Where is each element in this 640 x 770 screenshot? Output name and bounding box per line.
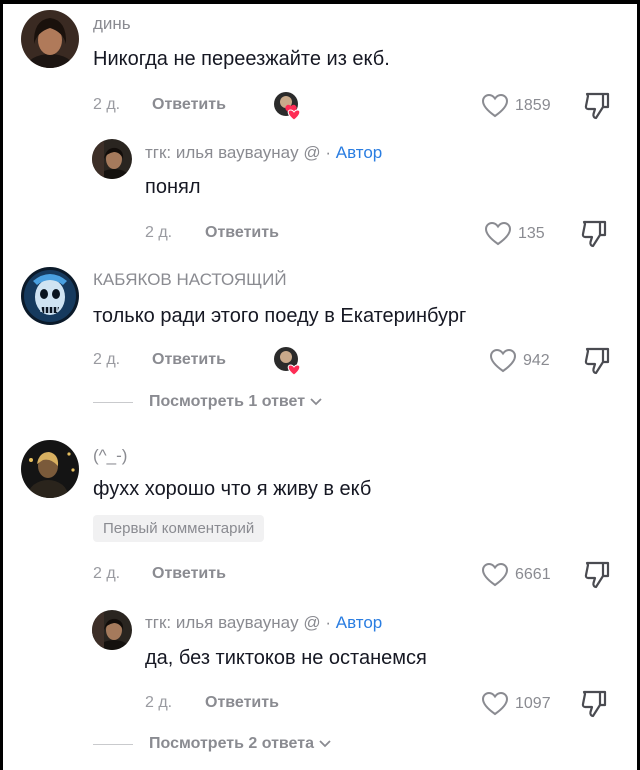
like-count: 6661 [515, 565, 551, 583]
avatar[interactable] [21, 10, 79, 68]
reply-button[interactable]: Ответить [205, 694, 279, 712]
comment-author-name[interactable]: динь [93, 14, 131, 34]
dislike-button[interactable] [583, 346, 611, 381]
reply-author-name[interactable]: тгк: илья вауваунay @ · Автор [145, 143, 382, 163]
comment-time: 2 д. [93, 565, 121, 582]
reply-text: да, без тиктоков не останемся [145, 647, 427, 669]
reply-time: 2 д. [145, 224, 173, 241]
author-separator: · [325, 143, 332, 162]
comment-time: 2 д. [93, 96, 121, 113]
comment-time: 2 д. [93, 351, 121, 368]
author-tag: Автор [335, 143, 383, 162]
view-replies-button[interactable]: Посмотреть 2 ответа [93, 735, 332, 753]
reply-button[interactable]: Ответить [152, 351, 226, 369]
view-replies-label: Посмотреть 2 ответа [149, 735, 314, 752]
reply-avatar[interactable] [92, 610, 132, 650]
reply-button[interactable]: Ответить [205, 224, 279, 242]
thumb-down-icon [581, 690, 607, 718]
heart-outline-icon [484, 221, 512, 246]
reply-text: понял [145, 176, 201, 198]
comment-text: Никогда не переезжайте из екб. [93, 48, 390, 70]
divider [93, 401, 133, 403]
comment-author-name[interactable]: КАБЯКОВ НАСТОЯЩИЙ [93, 270, 287, 290]
like-button[interactable]: 942 [489, 348, 550, 373]
heart-outline-icon [489, 348, 517, 373]
reply-author-name[interactable]: тгк: илья вауваунay @ · Автор [145, 613, 382, 633]
like-count: 942 [523, 351, 550, 369]
like-count: 1859 [515, 96, 551, 114]
reply-button[interactable]: Ответить [152, 96, 226, 114]
dislike-button[interactable] [580, 689, 608, 724]
heart-outline-icon [481, 691, 509, 716]
comment-text: фухх хорошо что я живу в екб [93, 478, 372, 500]
divider [93, 743, 133, 745]
like-count: 1097 [515, 694, 551, 712]
dislike-button[interactable] [580, 219, 608, 254]
thumb-down-icon [584, 561, 610, 589]
like-count: 135 [518, 224, 545, 242]
dislike-button[interactable] [583, 560, 611, 595]
dislike-button[interactable] [583, 91, 611, 126]
frame-top [0, 0, 640, 4]
author-liked-icon [273, 91, 301, 121]
frame-left [0, 0, 3, 770]
like-button[interactable]: 1859 [481, 93, 551, 118]
reply-author-handle: тгк: илья вауваунay @ [145, 143, 321, 162]
like-button[interactable]: 6661 [481, 562, 551, 587]
chevron-down-icon [319, 740, 331, 748]
heart-outline-icon [481, 562, 509, 587]
heart-outline-icon [481, 93, 509, 118]
view-replies-button[interactable]: Посмотреть 1 ответ [93, 393, 323, 411]
thumb-down-icon [584, 347, 610, 375]
reply-avatar[interactable] [92, 139, 132, 179]
comment-text: только ради этого поеду в Екатеринбург [93, 305, 467, 327]
view-replies-label: Посмотреть 1 ответ [149, 393, 306, 410]
comment-author-name[interactable]: (^_-) [93, 446, 127, 466]
author-tag: Автор [335, 613, 383, 632]
thumb-down-icon [581, 220, 607, 248]
avatar[interactable] [21, 440, 79, 498]
author-liked-icon [273, 346, 301, 376]
author-separator: · [325, 613, 332, 632]
like-button[interactable]: 135 [484, 221, 545, 246]
first-comment-badge: Первый комментарий [93, 515, 265, 542]
reply-author-handle: тгк: илья вауваунay @ [145, 613, 321, 632]
chevron-down-icon [310, 398, 322, 406]
reply-time: 2 д. [145, 694, 173, 711]
reply-button[interactable]: Ответить [152, 565, 226, 583]
like-button[interactable]: 1097 [481, 691, 551, 716]
thumb-down-icon [584, 92, 610, 120]
avatar[interactable] [21, 267, 79, 325]
